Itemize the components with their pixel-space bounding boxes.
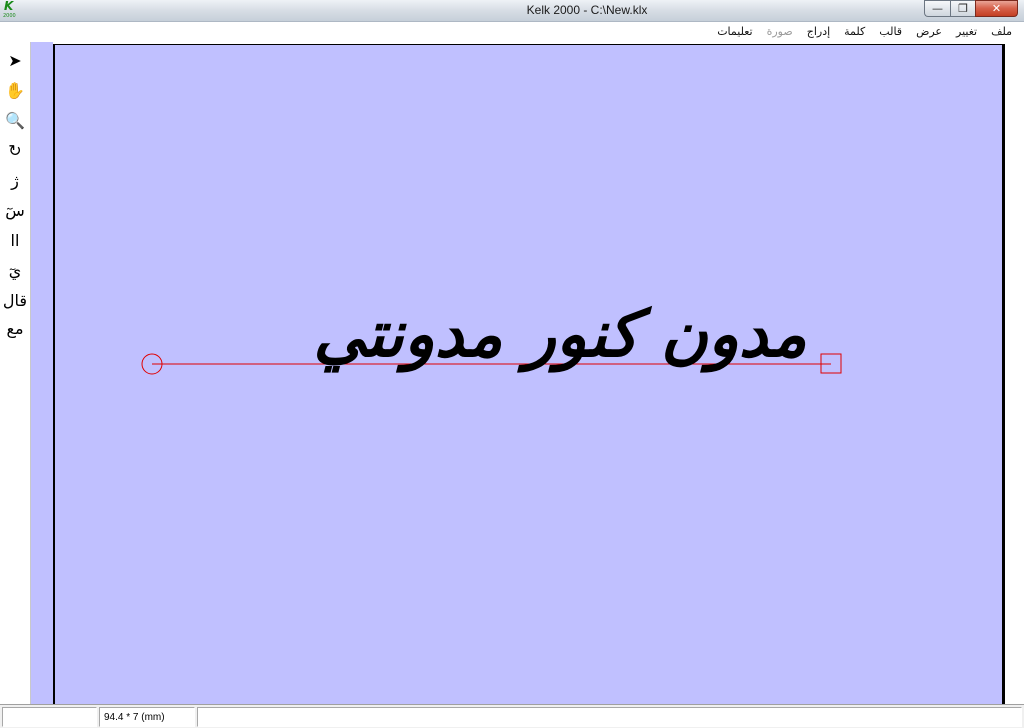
status-cell-left (2, 707, 97, 727)
calligraphy-text[interactable]: مدون كنور مدونتي (300, 285, 820, 385)
status-size: 94.4 * 7 (mm) (99, 707, 195, 727)
status-bar: 94.4 * 7 (mm) (0, 704, 1024, 728)
status-cell-right (197, 707, 1022, 727)
